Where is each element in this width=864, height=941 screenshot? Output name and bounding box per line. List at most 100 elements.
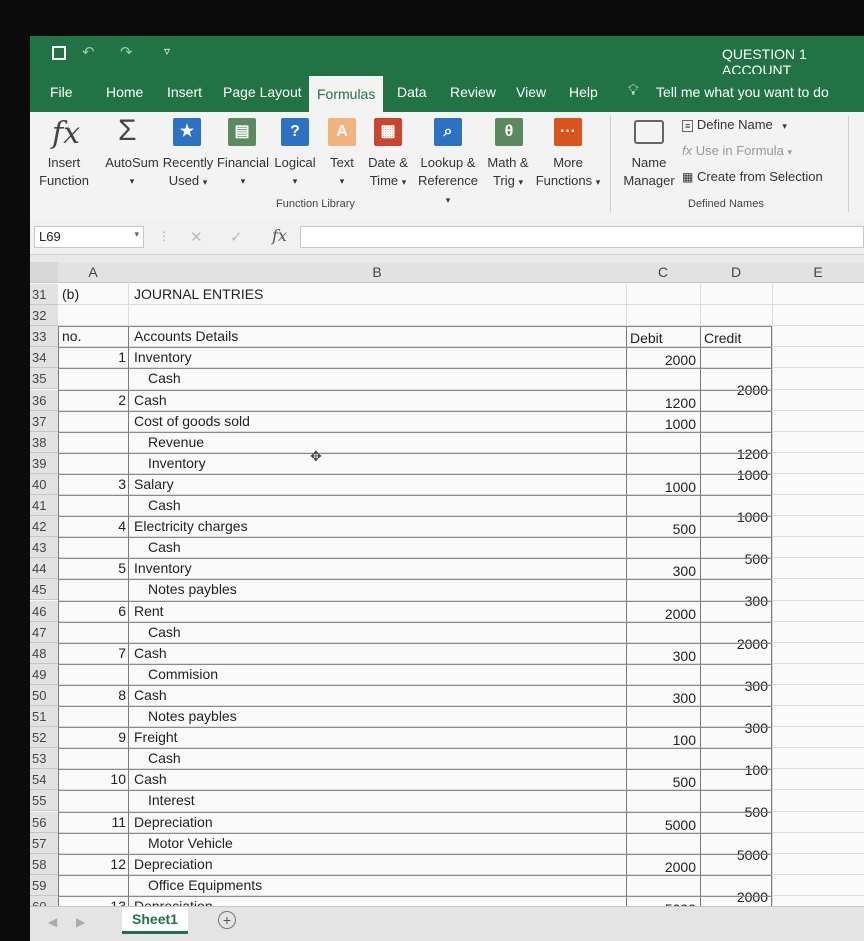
cell-b[interactable]: Commision [148,664,628,685]
row-header[interactable]: 46 [30,600,58,622]
cell-c[interactable] [630,307,700,328]
cancel-icon[interactable]: ✕ [190,228,203,246]
cell-b[interactable]: Notes paybles [148,579,628,600]
tell-me-search[interactable]: Tell me what you want to do [656,84,829,106]
more-functions-button[interactable]: More Functions ▾ [532,154,604,191]
drag-handle-icon[interactable]: ⋮ [158,229,170,243]
cell-b[interactable]: Cost of goods sold [134,411,614,432]
text-button[interactable]: Text ▾ [322,154,362,190]
cell-b[interactable]: Interest [148,790,628,811]
cell-a[interactable] [62,790,128,811]
cell-d[interactable] [704,392,770,413]
cell-b[interactable]: Cash [148,622,628,643]
financial-icon[interactable]: ▤ [228,118,256,146]
math-trig-button[interactable]: Math & Trig ▾ [482,154,534,191]
cell-a[interactable] [62,875,128,896]
scroll-right-icon[interactable]: ▶ [76,915,85,929]
insert-function-button[interactable]: Insert Function [38,154,90,190]
cell-a[interactable] [62,664,128,685]
row-header[interactable]: 43 [30,537,58,559]
cell-d[interactable] [704,729,770,750]
financial-button[interactable]: Financial ▾ [214,154,272,190]
cell-a[interactable]: 4 [58,516,126,537]
cell-b[interactable]: Cash [148,495,628,516]
cell-a[interactable]: 1 [58,347,126,368]
autosum-icon[interactable]: Σ [118,114,137,148]
more-functions-icon[interactable]: ··· [554,118,582,146]
cell-d[interactable]: 1200 [700,444,768,465]
tab-view[interactable]: View [516,84,546,106]
cell-b[interactable]: Cash [134,769,614,790]
recently-used-button[interactable]: Recently Used ▾ [160,154,216,191]
cell-c[interactable] [630,581,700,602]
cell-d[interactable] [704,560,770,581]
column-header-d[interactable]: D [700,262,773,283]
cell-b[interactable] [134,305,614,326]
row-header[interactable]: 36 [30,389,58,411]
cell-c[interactable] [630,792,700,813]
tab-insert[interactable]: Insert [167,84,202,106]
cell-a[interactable] [62,622,128,643]
cell-a[interactable] [62,305,128,326]
undo-icon[interactable]: ↶ [82,43,95,61]
row-header[interactable]: 40 [30,473,58,495]
cell-b[interactable]: Cash [148,368,628,389]
row-header[interactable]: 57 [30,832,58,854]
star-icon[interactable]: ★ [173,118,201,146]
cell-b[interactable]: Depreciation [134,812,614,833]
row-header[interactable]: 39 [30,452,58,474]
cell-b[interactable]: Salary [134,474,614,495]
cell-d[interactable] [704,286,770,307]
cell-c[interactable] [630,497,700,518]
cell-a[interactable] [62,537,128,558]
cell-b[interactable]: Revenue [148,432,628,453]
cell-a[interactable] [62,368,128,389]
tab-home[interactable]: Home [106,84,143,106]
cell-b[interactable]: Cash [148,748,628,769]
tab-review[interactable]: Review [450,84,496,106]
row-header[interactable]: 41 [30,495,58,517]
cell-a[interactable] [62,748,128,769]
row-header[interactable]: 35 [30,368,58,390]
row-header[interactable]: 50 [30,684,58,706]
row-header[interactable]: 38 [30,431,58,453]
row-header[interactable]: 52 [30,727,58,749]
cell-a[interactable]: no. [62,326,128,347]
tab-file[interactable]: File [50,84,73,106]
cell-a[interactable]: 8 [58,685,126,706]
save-icon[interactable] [52,46,66,60]
cell-c[interactable] [630,835,700,856]
row-header[interactable]: 49 [30,663,58,685]
cell-c[interactable] [630,624,700,645]
cell-d[interactable]: Credit [704,328,770,349]
row-header[interactable]: 55 [30,790,58,812]
row-header[interactable]: 32 [30,305,58,327]
cell-d[interactable] [704,645,770,666]
cell-a[interactable]: 10 [58,769,126,790]
row-header[interactable]: 59 [30,874,58,896]
cell-b[interactable]: Inventory [134,347,614,368]
autosum-button[interactable]: AutoSum ▾ [102,154,162,190]
customize-toolbar-icon[interactable]: ▿ [164,44,170,58]
cell-c[interactable] [630,750,700,771]
cell-a[interactable] [62,453,128,474]
cell-d[interactable] [704,856,770,877]
tab-formulas[interactable]: Formulas [309,76,384,112]
cell-c[interactable] [630,666,700,687]
row-header[interactable]: 53 [30,748,58,770]
row-header[interactable]: 31 [30,284,58,306]
cell-c[interactable] [630,877,700,898]
fx-icon[interactable]: fx [272,226,287,245]
cell-c[interactable] [630,455,700,476]
cell-b[interactable]: Cash [134,390,614,411]
cell-b[interactable]: Rent [134,601,614,622]
cell-d[interactable] [704,413,770,434]
logical-button[interactable]: Logical ▾ [270,154,320,190]
name-box[interactable]: L69 ▾ [34,226,144,248]
cell-a[interactable]: 11 [58,812,126,833]
cell-a[interactable] [62,706,128,727]
cell-a[interactable]: 9 [58,727,126,748]
cell-b[interactable]: Accounts Details [134,326,614,347]
tab-help[interactable]: Help [569,84,598,106]
add-sheet-button[interactable]: + [218,911,236,929]
